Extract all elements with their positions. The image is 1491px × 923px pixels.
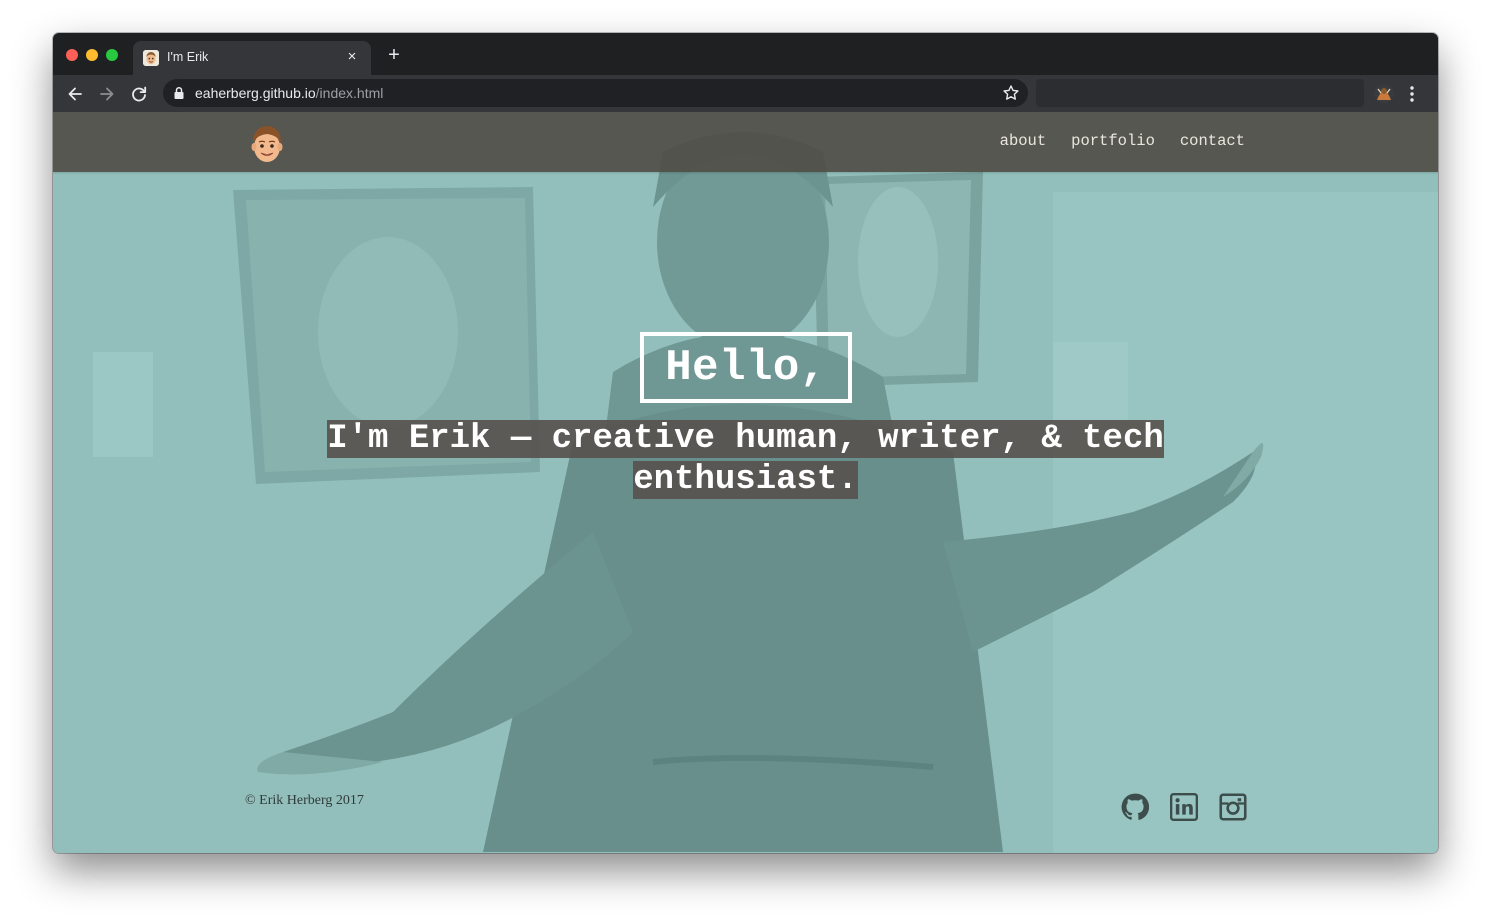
favicon-icon (143, 50, 159, 66)
lock-icon (173, 86, 185, 105)
copyright-text: © Erik Herberg 2017 (245, 793, 364, 808)
forward-arrow-icon[interactable] (96, 83, 118, 105)
instagram-icon[interactable] (1219, 793, 1247, 821)
hero-tagline: I'm Erik — creative human, writer, & tec… (223, 419, 1268, 500)
site-header: about portfolio contact (53, 112, 1438, 172)
hello-box: Hello, (640, 332, 852, 403)
kebab-menu-icon[interactable] (1409, 84, 1415, 109)
url-host: eaherberg.github.io (195, 85, 316, 101)
nav-link-portfolio[interactable]: portfolio (1071, 132, 1155, 150)
hero-greeting: Hello, (665, 342, 827, 393)
nav-link-about[interactable]: about (1000, 132, 1047, 150)
profile-avatar-icon[interactable] (1374, 84, 1394, 104)
browser-tab[interactable]: I'm Erik × (133, 41, 371, 75)
tab-title: I'm Erik (167, 50, 209, 64)
address-bar[interactable]: eaherberg.github.io/index.html (163, 79, 1028, 107)
minimize-window-button[interactable] (86, 49, 98, 61)
hero-tagline-text: I'm Erik — creative human, writer, & tec… (327, 420, 1164, 499)
site-nav: about portfolio contact (1000, 132, 1245, 150)
avatar-icon[interactable] (247, 121, 287, 165)
browser-window: I'm Erik × + eaherberg.github.io/index.h… (53, 33, 1438, 853)
bookmark-star-icon[interactable] (1002, 84, 1020, 107)
tab-bar: I'm Erik × + (53, 33, 1438, 75)
close-window-button[interactable] (66, 49, 78, 61)
url-path: /index.html (315, 85, 384, 101)
back-arrow-icon[interactable] (64, 83, 86, 105)
github-icon[interactable] (1121, 793, 1149, 821)
reload-icon[interactable] (128, 83, 150, 105)
extension-area (1036, 79, 1364, 107)
nav-link-contact[interactable]: contact (1180, 132, 1245, 150)
browser-toolbar: eaherberg.github.io/index.html (53, 75, 1438, 112)
url-text: eaherberg.github.io/index.html (195, 85, 383, 101)
linkedin-icon[interactable] (1170, 793, 1198, 821)
new-tab-button[interactable]: + (384, 45, 404, 65)
maximize-window-button[interactable] (106, 49, 118, 61)
tab-close-icon[interactable]: × (343, 48, 361, 66)
web-page: about portfolio contact Hello, I'm Erik … (53, 112, 1438, 853)
